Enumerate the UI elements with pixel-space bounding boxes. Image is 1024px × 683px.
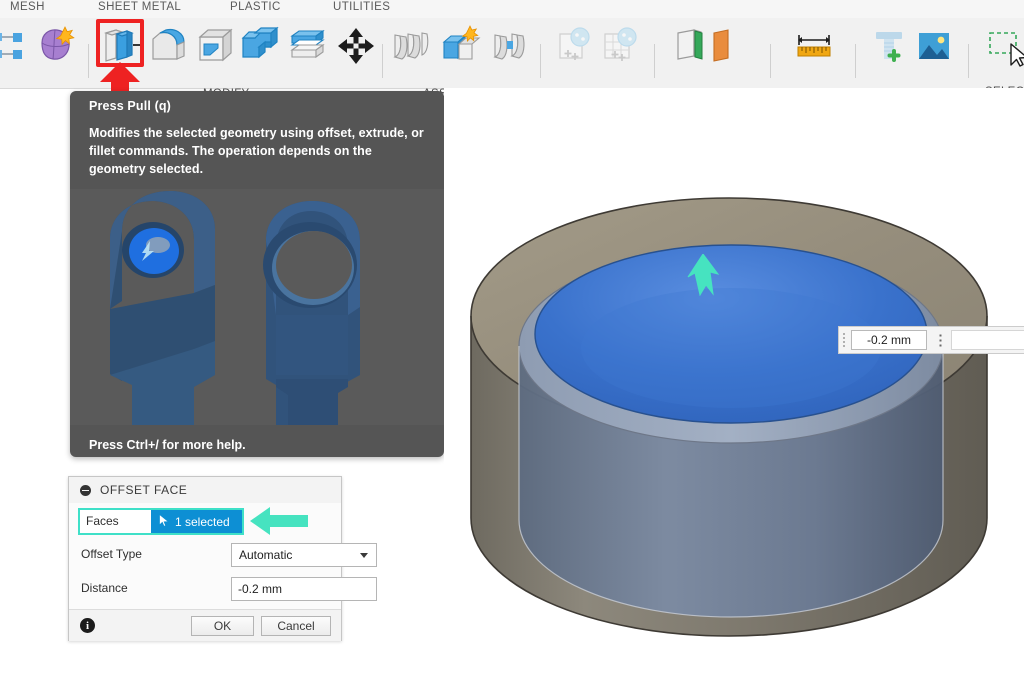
dimension-more-menu-icon[interactable] bbox=[929, 327, 951, 353]
offset-type-value: Automatic bbox=[239, 548, 293, 562]
faces-label: Faces bbox=[86, 514, 119, 528]
offset-type-row: Offset Type Automatic bbox=[69, 539, 377, 571]
distance-label: Distance bbox=[81, 581, 128, 595]
chevron-down-icon bbox=[360, 553, 368, 558]
create-form-icon[interactable] bbox=[34, 23, 78, 67]
joint-icon[interactable] bbox=[390, 24, 434, 68]
dialog-footer: i OK Cancel bbox=[69, 609, 341, 641]
dimension-drag-handle[interactable] bbox=[839, 327, 849, 353]
press-pull-tooltip: Press Pull (q) Modifies the selected geo… bbox=[70, 91, 444, 457]
ribbon-separator bbox=[382, 44, 383, 78]
teal-model-arrow-icon bbox=[686, 253, 720, 297]
ribbon-tab-bar: MESH SHEET METAL PLASTIC UTILITIES bbox=[0, 0, 1024, 18]
insert-mcmaster-icon[interactable] bbox=[868, 24, 912, 68]
faces-selection-highlight: Faces 1 selected bbox=[78, 508, 244, 535]
ribbon-separator bbox=[855, 44, 856, 78]
select-window-icon[interactable] bbox=[986, 24, 1024, 68]
measure-icon[interactable] bbox=[792, 24, 836, 68]
ribbon-separator bbox=[88, 44, 89, 78]
move-copy-icon[interactable] bbox=[334, 24, 378, 68]
info-icon[interactable]: i bbox=[80, 618, 95, 633]
ribbon: MESH SHEET METAL PLASTIC UTILITIES bbox=[0, 0, 1024, 100]
offset-plane-2-icon[interactable] bbox=[706, 24, 750, 68]
tooltip-footer: Press Ctrl+/ for more help. bbox=[89, 438, 246, 452]
tooltip-title: Press Pull (q) bbox=[89, 99, 171, 113]
ribbon-separator bbox=[540, 44, 541, 78]
cylinder-model[interactable] bbox=[444, 88, 1024, 683]
dimension-input-widget[interactable]: -0.2 mm bbox=[838, 326, 1024, 354]
configure-table-icon[interactable] bbox=[598, 24, 642, 68]
shell-icon[interactable] bbox=[192, 24, 236, 68]
ribbon-icon-row: MODIFY ▾ ASSEMBLE ▾ CONFIGURE ▾ CONSTRUC… bbox=[0, 18, 1024, 100]
offset-type-dropdown[interactable]: Automatic bbox=[231, 543, 377, 567]
tab-mesh[interactable]: MESH bbox=[10, 1, 45, 13]
cursor-icon bbox=[159, 513, 170, 530]
cancel-button[interactable]: Cancel bbox=[261, 616, 331, 636]
joint-origin-icon[interactable] bbox=[0, 24, 36, 68]
rigid-group-icon[interactable] bbox=[488, 24, 532, 68]
dialog-title: OFFSET FACE bbox=[100, 483, 188, 497]
fillet-icon[interactable] bbox=[146, 24, 190, 68]
offset-type-label: Offset Type bbox=[81, 547, 142, 561]
tab-plastic[interactable]: PLASTIC bbox=[230, 1, 281, 13]
combine-icon[interactable] bbox=[238, 24, 282, 68]
configure-part-icon[interactable] bbox=[552, 24, 596, 68]
distance-row: Distance -0.2 mm bbox=[69, 573, 377, 605]
dimension-expression-field[interactable] bbox=[951, 330, 1024, 350]
offset-face-dialog[interactable]: OFFSET FACE Faces 1 selected Offset Type… bbox=[68, 476, 377, 641]
dimension-value-input[interactable]: -0.2 mm bbox=[851, 330, 927, 350]
ribbon-separator bbox=[968, 44, 969, 78]
faces-selected-count: 1 selected bbox=[175, 514, 230, 529]
split-face-icon[interactable] bbox=[286, 24, 330, 68]
teal-annotation-arrow-icon bbox=[250, 504, 308, 538]
tab-sheet-metal[interactable]: SHEET METAL bbox=[98, 1, 181, 13]
collapse-icon[interactable] bbox=[80, 484, 91, 496]
tab-utilities[interactable]: UTILITIES bbox=[333, 1, 390, 13]
ribbon-separator bbox=[654, 44, 655, 78]
faces-select-button[interactable]: 1 selected bbox=[151, 510, 242, 533]
ribbon-separator bbox=[770, 44, 771, 78]
distance-value: -0.2 mm bbox=[238, 582, 283, 596]
tooltip-description: Modifies the selected geometry using off… bbox=[89, 126, 424, 176]
dialog-header: OFFSET FACE bbox=[69, 477, 341, 504]
insert-image-icon[interactable] bbox=[912, 24, 956, 68]
as-built-joint-icon[interactable] bbox=[438, 24, 482, 68]
3d-viewport[interactable] bbox=[444, 88, 1024, 683]
distance-input[interactable]: -0.2 mm bbox=[231, 577, 377, 601]
tooltip-preview-image bbox=[70, 189, 444, 443]
ok-button[interactable]: OK bbox=[191, 616, 254, 636]
